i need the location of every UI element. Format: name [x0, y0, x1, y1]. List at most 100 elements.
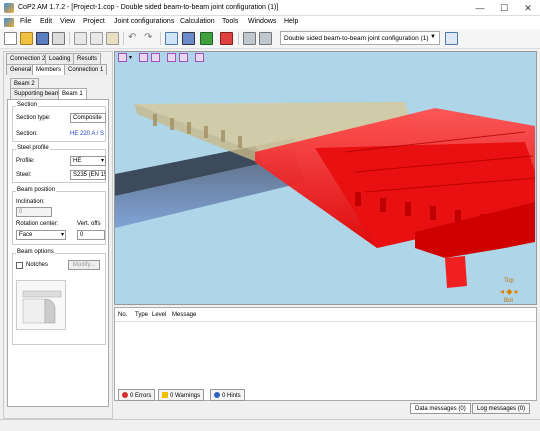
menu-tools[interactable]: Tools	[222, 18, 238, 25]
menu-help[interactable]: Help	[284, 18, 298, 25]
maximize-button[interactable]: ☐	[492, 0, 516, 16]
tab-general[interactable]: General	[6, 64, 36, 75]
toolbar-separator	[160, 32, 161, 45]
rotation-center-select[interactable]: Face ▾	[16, 230, 66, 240]
bottom-tabs: Data messages (0) Log messages (0)	[114, 402, 537, 416]
steel-profile-group: Steel profile Profile: HE ▾ Steel: S235 (…	[12, 145, 106, 183]
previous-configuration-icon[interactable]	[243, 32, 256, 45]
hints-count: 0 Hints	[222, 393, 241, 399]
profile-select[interactable]: HE ▾	[70, 156, 106, 166]
toolbar-separator	[238, 32, 239, 45]
menu-file[interactable]: File	[20, 18, 31, 25]
errors-button[interactable]: 0 Errors	[118, 389, 156, 401]
beam-position-group-label: Beam position	[16, 187, 57, 193]
error-icon	[122, 392, 128, 398]
open-icon[interactable]	[20, 32, 33, 45]
view-top-icon[interactable]	[167, 53, 176, 62]
menu-view[interactable]: View	[60, 18, 75, 25]
tab-results[interactable]: Results	[73, 53, 102, 64]
minimize-button[interactable]: —	[468, 0, 492, 16]
view-options-icon[interactable]	[118, 53, 127, 62]
tab-loading[interactable]: Loading	[45, 53, 75, 64]
warnings-button[interactable]: 0 Warnings	[158, 389, 205, 401]
section-type-label: Section type:	[16, 115, 51, 121]
svg-text:◂ ◆ ▸: ◂ ◆ ▸	[500, 287, 519, 296]
vertical-offset-field[interactable]: 0	[77, 230, 105, 240]
toolbar: ↶ ↷	[0, 29, 540, 49]
view-front-icon[interactable]	[139, 53, 148, 62]
tab-beam-1[interactable]: Beam 1	[58, 88, 87, 99]
member-tabs: Beam 2 Supporting beam Beam 1	[7, 78, 109, 100]
tab-supporting-beam[interactable]: Supporting beam	[10, 88, 64, 99]
profile-select-value: HE	[73, 158, 82, 164]
menu-joint-configurations[interactable]: Joint configurations	[114, 18, 174, 25]
chevron-down-icon: ▼	[430, 34, 436, 40]
beam-options-group-label: Beam options	[16, 249, 55, 255]
hints-button[interactable]: 0 Hints	[210, 389, 245, 401]
menu-project[interactable]: Project	[83, 18, 105, 25]
check-icon[interactable]	[165, 32, 178, 45]
menu-app-icon[interactable]	[4, 18, 14, 27]
inclination-label: Inclination:	[16, 199, 45, 205]
print-icon[interactable]	[52, 32, 65, 45]
delete-configuration-icon[interactable]	[220, 32, 233, 45]
calculate-icon[interactable]	[182, 32, 195, 45]
beam-1-properties: Section Section type: Composite Section:…	[7, 99, 109, 407]
chevron-down-icon: ▾	[60, 232, 64, 238]
cut-icon[interactable]	[74, 32, 87, 45]
inclination-field[interactable]: 0	[16, 207, 52, 217]
paste-icon[interactable]	[106, 32, 119, 45]
menu-windows[interactable]: Windows	[248, 18, 276, 25]
configuration-select[interactable]: Double sided beam-to-beam joint configur…	[280, 31, 440, 45]
tab-connection-2[interactable]: Connection 2	[6, 53, 50, 64]
steel-profile-group-label: Steel profile	[16, 145, 50, 151]
next-configuration-icon[interactable]	[259, 32, 272, 45]
tab-connection-1[interactable]: Connection 1	[64, 64, 108, 75]
tab-members[interactable]: Members	[32, 64, 66, 75]
notches-label: Notches	[26, 262, 49, 268]
new-icon[interactable]	[4, 32, 17, 45]
menu-calculation[interactable]: Calculation	[180, 18, 215, 25]
menu-edit[interactable]: Edit	[40, 18, 52, 25]
toolbar-separator	[123, 32, 124, 45]
notches-checkbox[interactable]	[16, 262, 23, 269]
column-header-level[interactable]: Level	[152, 312, 166, 318]
beam-position-group: Beam position Inclination: 0 Rotation ce…	[12, 187, 106, 245]
steel-field[interactable]: S235 (EN 15	[70, 170, 106, 180]
window-title: CoP2 AM 1.7.2 - [Project-1.cop - Double …	[18, 4, 279, 11]
profile-label: Profile:	[16, 158, 35, 164]
svg-text:Top: Top	[504, 278, 514, 284]
view-side-icon[interactable]	[151, 53, 160, 62]
column-header-message[interactable]: Message	[172, 312, 196, 318]
add-configuration-icon[interactable]	[200, 32, 213, 45]
notch-diagram	[16, 280, 66, 330]
copy-icon[interactable]	[90, 32, 103, 45]
rotation-center-label: Rotation center:	[16, 221, 59, 227]
save-icon[interactable]	[36, 32, 49, 45]
redo-icon[interactable]: ↷	[144, 32, 157, 45]
chevron-down-icon: ▾	[100, 158, 104, 164]
warnings-count: 0 Warnings	[170, 393, 201, 399]
view-iso-icon[interactable]	[179, 53, 188, 62]
status-bar	[0, 419, 540, 431]
section-group: Section Section type: Composite Section:…	[12, 102, 106, 142]
header-divider	[115, 321, 536, 322]
column-header-no[interactable]: No.	[118, 312, 127, 318]
navigation-cube[interactable]: Top ◂ ◆ ▸ Bot	[500, 278, 519, 304]
section-type-field[interactable]: Composite	[70, 113, 106, 123]
section-label: Section:	[16, 131, 38, 137]
configuration-properties-icon[interactable]	[445, 32, 458, 45]
undo-icon[interactable]: ↶	[128, 32, 141, 45]
beam-options-group: Beam options Notches Modify...	[12, 249, 106, 345]
vertical-offset-label: Vert. offs	[77, 221, 101, 227]
zoom-fit-icon[interactable]	[195, 53, 204, 62]
svg-text:Bot: Bot	[504, 298, 513, 304]
tab-log-messages[interactable]: Log messages (0)	[472, 403, 531, 414]
chevron-down-icon[interactable]: ▾	[129, 54, 132, 61]
notch-diagram-image	[22, 290, 62, 324]
close-button[interactable]: ✕	[516, 0, 540, 16]
3d-viewport[interactable]: Top ◂ ◆ ▸ Bot	[114, 51, 537, 305]
tab-data-messages[interactable]: Data messages (0)	[410, 403, 471, 414]
column-header-type[interactable]: Type	[135, 312, 148, 318]
modify-button[interactable]: Modify...	[68, 260, 100, 270]
